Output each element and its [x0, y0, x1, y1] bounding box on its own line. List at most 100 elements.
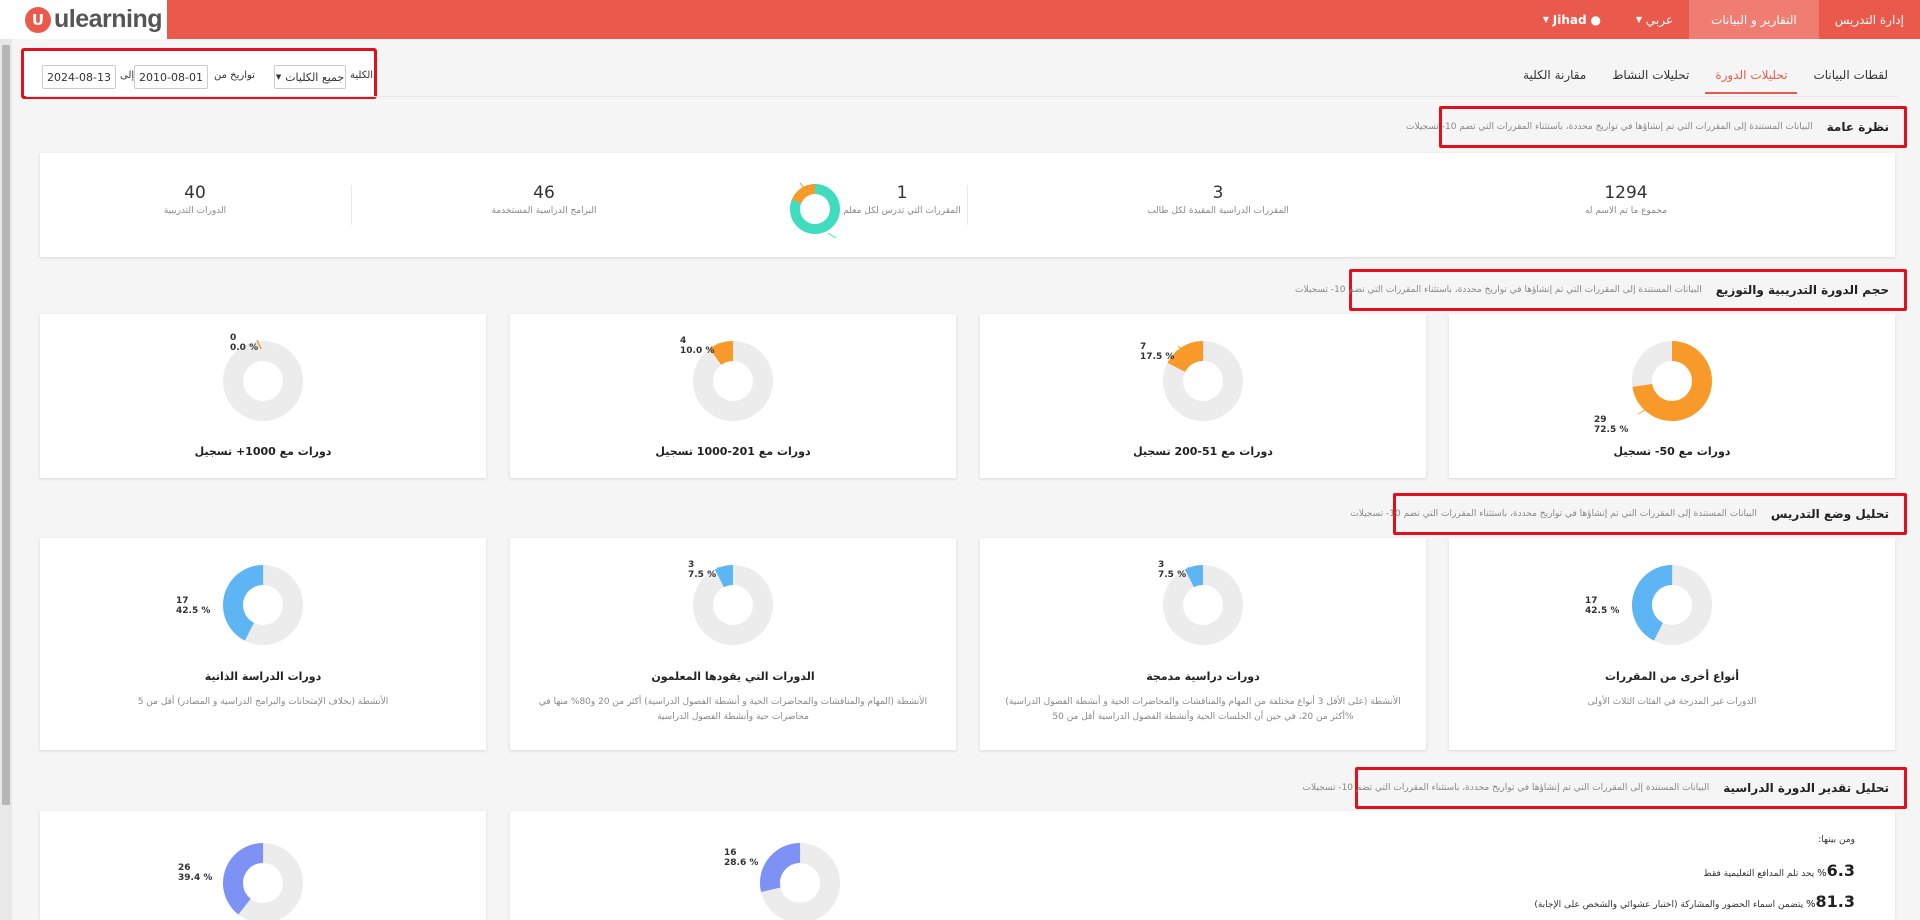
- mode-card-instructor-led: 3 7.5 % الدورات التي يقودها المعلمون الأن…: [510, 538, 956, 750]
- user-icon: ●: [1590, 12, 1601, 27]
- section-description: البيانات المستندة إلى المقررات التي تم إ…: [1295, 285, 1702, 295]
- size-card-1000-plus: 0 0.0 % دورات مع 1000+ تسجيل: [40, 314, 486, 478]
- rating-value: %6.3: [1817, 861, 1855, 880]
- language-dropdown[interactable]: ▼ عربي: [1617, 0, 1689, 39]
- count-value: 3: [1158, 560, 1165, 570]
- filter-bar: 2024-08-13 إلى 2010-08-01 تواريخ من ▼ جمي…: [21, 48, 377, 99]
- percent-value: 10.0 %: [680, 346, 715, 356]
- chart-description: الأنشطة (بخلاف الإمتحانات والبرامج الدرا…: [137, 697, 389, 707]
- caret-down-icon: ▼: [1635, 15, 1643, 24]
- date-from-input[interactable]: 2010-08-01: [134, 65, 208, 89]
- size-card-under-50: 29 72.5 % دورات مع 50- تسجيل: [1449, 314, 1895, 478]
- chart-description: الأنشطة (المهام والمناقشات والمحاضرات ال…: [538, 697, 928, 722]
- stat-value: 1294: [1604, 183, 1648, 203]
- page-scrollbar[interactable]: [0, 39, 12, 920]
- donut-label: 16 28.6 %: [724, 848, 758, 868]
- stat-label: المقررات الدراسية المقيدة لكل طالب: [1147, 206, 1289, 216]
- overview-header: نظرة عامة البيانات المستندة إلى المقررات…: [1406, 106, 1907, 148]
- overview-donut: [790, 182, 840, 239]
- tab-data-snapshots[interactable]: لقطات البيانات: [1803, 64, 1898, 94]
- donut-label: 0 0.0 %: [230, 333, 258, 353]
- top-nav: إدارة التدريس التقارير و البيانات ▼ عربي…: [1524, 0, 1920, 39]
- college-label: الكلية: [350, 70, 374, 81]
- chart-title: دورات مع 1000+ تسجيل: [194, 445, 332, 458]
- section-title: حجم الدورة التدريبية والتوزيع: [1715, 283, 1889, 297]
- donut-label: 3 7.5 %: [1158, 560, 1186, 580]
- stat-value: 40: [184, 183, 206, 203]
- stat-courses-per-student: 3 المقررات الدراسية المقيدة لكل طالب: [1108, 183, 1328, 216]
- donut-label: 17 42.5 %: [176, 596, 210, 616]
- percent-value: 72.5 %: [1594, 425, 1629, 435]
- size-card-51-200: 7 17.5 % دورات مع 51-200 تسجيل: [980, 314, 1426, 478]
- stat-total-enrollment: 1294 مجموع ما تم الاسم له: [1516, 183, 1736, 216]
- donut-rating-main: [760, 843, 840, 920]
- college-select[interactable]: ▼ جميع الكليات: [274, 65, 346, 89]
- mode-card-other: 17 42.5 % أنواع أخرى من المقررات الدورات …: [1449, 538, 1895, 750]
- stat-label: مجموع ما تم الاسم له: [1584, 206, 1668, 216]
- language-label: عربي: [1645, 12, 1674, 27]
- percent-value: 42.5 %: [176, 606, 211, 616]
- count-value: 4: [680, 336, 687, 346]
- donut-label: 7 17.5 %: [1140, 342, 1174, 362]
- count-value: 0: [230, 333, 237, 343]
- section-title: تحليل وضع التدريس: [1770, 507, 1889, 521]
- tab-divider: [26, 96, 1898, 97]
- mode-card-self-study: 17 42.5 % دورات الدراسة الذاتية الأنشطة (…: [40, 538, 486, 750]
- date-to-input[interactable]: 2024-08-13: [42, 65, 116, 89]
- chart-title: دورات مع 50- تسجيل: [1613, 445, 1731, 458]
- percent-value: 0.0 %: [230, 343, 259, 353]
- chart-title: أنواع أخرى من المقررات: [1604, 670, 1740, 683]
- percent-value: 39.4 %: [178, 873, 213, 883]
- donut-label: 3 7.5 %: [688, 560, 716, 580]
- logo[interactable]: U ulearning: [0, 0, 167, 39]
- count-value: 17: [176, 596, 189, 606]
- donut-rating-secondary: [223, 843, 303, 920]
- logo-text: ulearning: [54, 5, 163, 33]
- donut-under-50: [1632, 341, 1712, 421]
- tab-college-comparison[interactable]: مقارنة الكلية: [1513, 64, 1596, 94]
- count-value: 7: [1140, 342, 1147, 352]
- section-title: نظرة عامة: [1826, 120, 1889, 134]
- chart-title: دورات مع 51-200 تسجيل: [1133, 445, 1273, 458]
- chart-description: الأنشطة (على الأقل 3 أنواع مختلفة من الم…: [1005, 697, 1401, 722]
- rating-line: %6.3 يحد تلم المدافع التعليمية فقط: [1703, 861, 1855, 880]
- rating-text: يحد تلم المدافع التعليمية فقط: [1703, 869, 1815, 879]
- rating-card-secondary: 26 39.4 %: [40, 811, 486, 920]
- nav-teaching-management[interactable]: إدارة التدريس: [1819, 0, 1920, 39]
- chart-title: دورات الدراسة الذاتية: [204, 670, 322, 683]
- percent-value: 17.5 %: [1140, 352, 1175, 362]
- chart-title: دورات دراسية مدمجة: [1146, 670, 1260, 683]
- rating-value: %81.3: [1806, 892, 1855, 911]
- user-name: Jihad: [1552, 12, 1587, 27]
- scrollbar-thumb[interactable]: [2, 45, 10, 805]
- donut-label: 17 42.5 %: [1585, 596, 1619, 616]
- count-value: 26: [178, 863, 191, 873]
- chart-title: الدورات التي يقودها المعلمون: [651, 670, 815, 683]
- stat-training-courses: 40 الدورات التدريبية: [85, 183, 305, 216]
- analytics-tabs: لقطات البيانات تحليلات الدورة تحليلات ال…: [1507, 64, 1898, 94]
- user-menu[interactable]: ▼ Jihad ●: [1524, 0, 1617, 39]
- tab-course-analytics[interactable]: تحليلات الدورة: [1705, 64, 1798, 94]
- stat-label: البرامج الدراسية المستخدمة: [491, 206, 597, 216]
- stat-divider: [351, 185, 352, 225]
- chart-title: دورات مع 201-1000 تسجيل: [655, 445, 811, 458]
- percent-value: 28.6 %: [724, 858, 759, 868]
- size-distribution-header: حجم الدورة التدريبية والتوزيع البيانات ا…: [1295, 269, 1907, 311]
- tab-activity-analytics[interactable]: تحليلات النشاط: [1602, 64, 1699, 94]
- college-select-value: جميع الكليات: [285, 70, 345, 84]
- rating-intro: ومن بينها:: [1818, 835, 1855, 845]
- nav-reports-data[interactable]: التقارير و البيانات: [1689, 0, 1819, 39]
- caret-down-icon: ▼: [275, 73, 282, 81]
- stat-programs-used: 46 البرامج الدراسية المستخدمة: [434, 183, 654, 216]
- count-value: 3: [688, 560, 695, 570]
- logo-mark-icon: U: [25, 6, 51, 33]
- donut-label: 26 39.4 %: [178, 863, 212, 883]
- stat-divider: [967, 185, 968, 225]
- count-value: 16: [724, 848, 737, 858]
- count-value: 17: [1585, 596, 1598, 606]
- donut-label: 4 10.0 %: [680, 336, 714, 356]
- donut-self-study: [223, 565, 303, 645]
- count-value: 29: [1594, 415, 1607, 425]
- top-bar: U ulearning إدارة التدريس التقارير و الب…: [0, 0, 1920, 39]
- donut-label: 29 72.5 %: [1594, 415, 1628, 435]
